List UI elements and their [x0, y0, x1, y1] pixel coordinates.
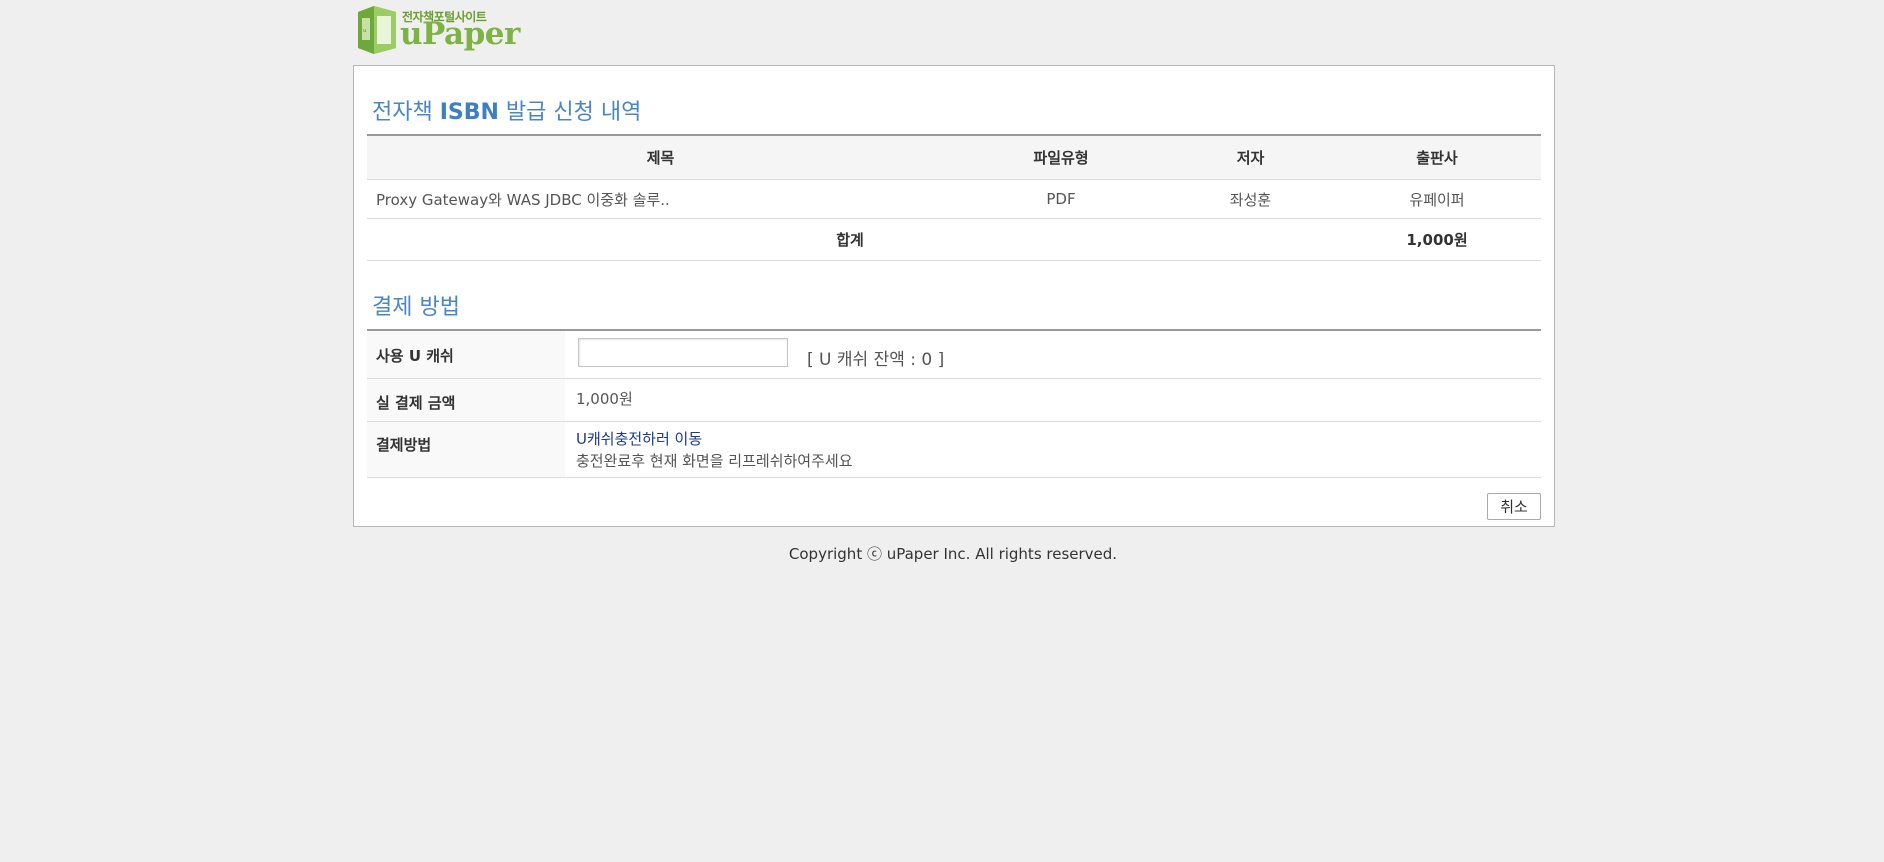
- book-icon: u: [358, 6, 396, 54]
- actual-amount-value: 1,000원: [576, 390, 633, 408]
- charge-cash-link[interactable]: U캐쉬충전하러 이동: [576, 428, 702, 449]
- file-type-cell: PDF: [1046, 190, 1076, 208]
- column-header-publisher: 출판사: [1416, 149, 1458, 167]
- actual-amount-label: 실 결제 금액: [376, 394, 456, 412]
- charge-note: 충전완료후 현재 화면을 리프레쉬하여주세요: [576, 452, 853, 470]
- use-cash-label: 사용 U 캐쉬: [376, 347, 454, 365]
- title-prefix: 전자책: [372, 100, 440, 125]
- payment-section-title: 결제 방법: [372, 295, 460, 320]
- footer-copyright: Copyright ⓒ uPaper Inc. All rights reser…: [788, 545, 1118, 563]
- title-isbn: ISBN: [439, 100, 499, 125]
- total-row: 합계 1,000원: [367, 219, 1541, 261]
- column-header-title: 제목: [646, 149, 675, 167]
- publisher-cell: 유페이퍼: [1409, 190, 1465, 209]
- table-row: Proxy Gateway와 WAS JDBC 이중화 솔루.. PDF 좌성훈…: [367, 180, 1541, 219]
- total-value: 1,000원: [1406, 231, 1468, 249]
- actual-amount-row: 실 결제 금액 1,000원: [367, 379, 1541, 422]
- svg-text:u: u: [363, 28, 366, 34]
- column-header-file-type: 파일유형: [1033, 149, 1089, 167]
- book-title-cell: Proxy Gateway와 WAS JDBC 이중화 솔루..: [376, 190, 670, 209]
- actual-amount-label-cell: 실 결제 금액: [367, 379, 565, 421]
- isbn-section-title: 전자책 ISBN 발급 신청 내역: [372, 94, 641, 126]
- main-panel: 전자책 ISBN 발급 신청 내역 제목 파일유형 저자 출판사 Proxy G…: [353, 65, 1555, 527]
- logo-wordmark: uPaper: [400, 16, 520, 52]
- cash-balance: [ U 캐쉬 잔액 : 0 ]: [807, 350, 945, 370]
- payment-method-label-cell: 결제방법: [367, 422, 565, 477]
- use-cash-row: 사용 U 캐쉬 [ U 캐쉬 잔액 : 0 ]: [367, 331, 1541, 379]
- isbn-table-header: 제목 파일유형 저자 출판사: [367, 136, 1541, 180]
- cancel-button[interactable]: 취소: [1487, 493, 1541, 520]
- upaper-logo[interactable]: u 전자책포털사이트 uPaper: [354, 2, 520, 54]
- payment-method-label: 결제방법: [376, 436, 432, 454]
- author-cell: 좌성훈: [1229, 190, 1272, 209]
- title-suffix: 발급 신청 내역: [498, 100, 642, 125]
- payment-method-row: 결제방법 U캐쉬충전하러 이동 충전완료후 현재 화면을 리프레쉬하여주세요: [367, 422, 1541, 478]
- use-cash-input[interactable]: [578, 338, 788, 367]
- use-cash-label-cell: 사용 U 캐쉬: [367, 331, 565, 378]
- column-header-author: 저자: [1236, 149, 1265, 167]
- total-label: 합계: [836, 231, 864, 249]
